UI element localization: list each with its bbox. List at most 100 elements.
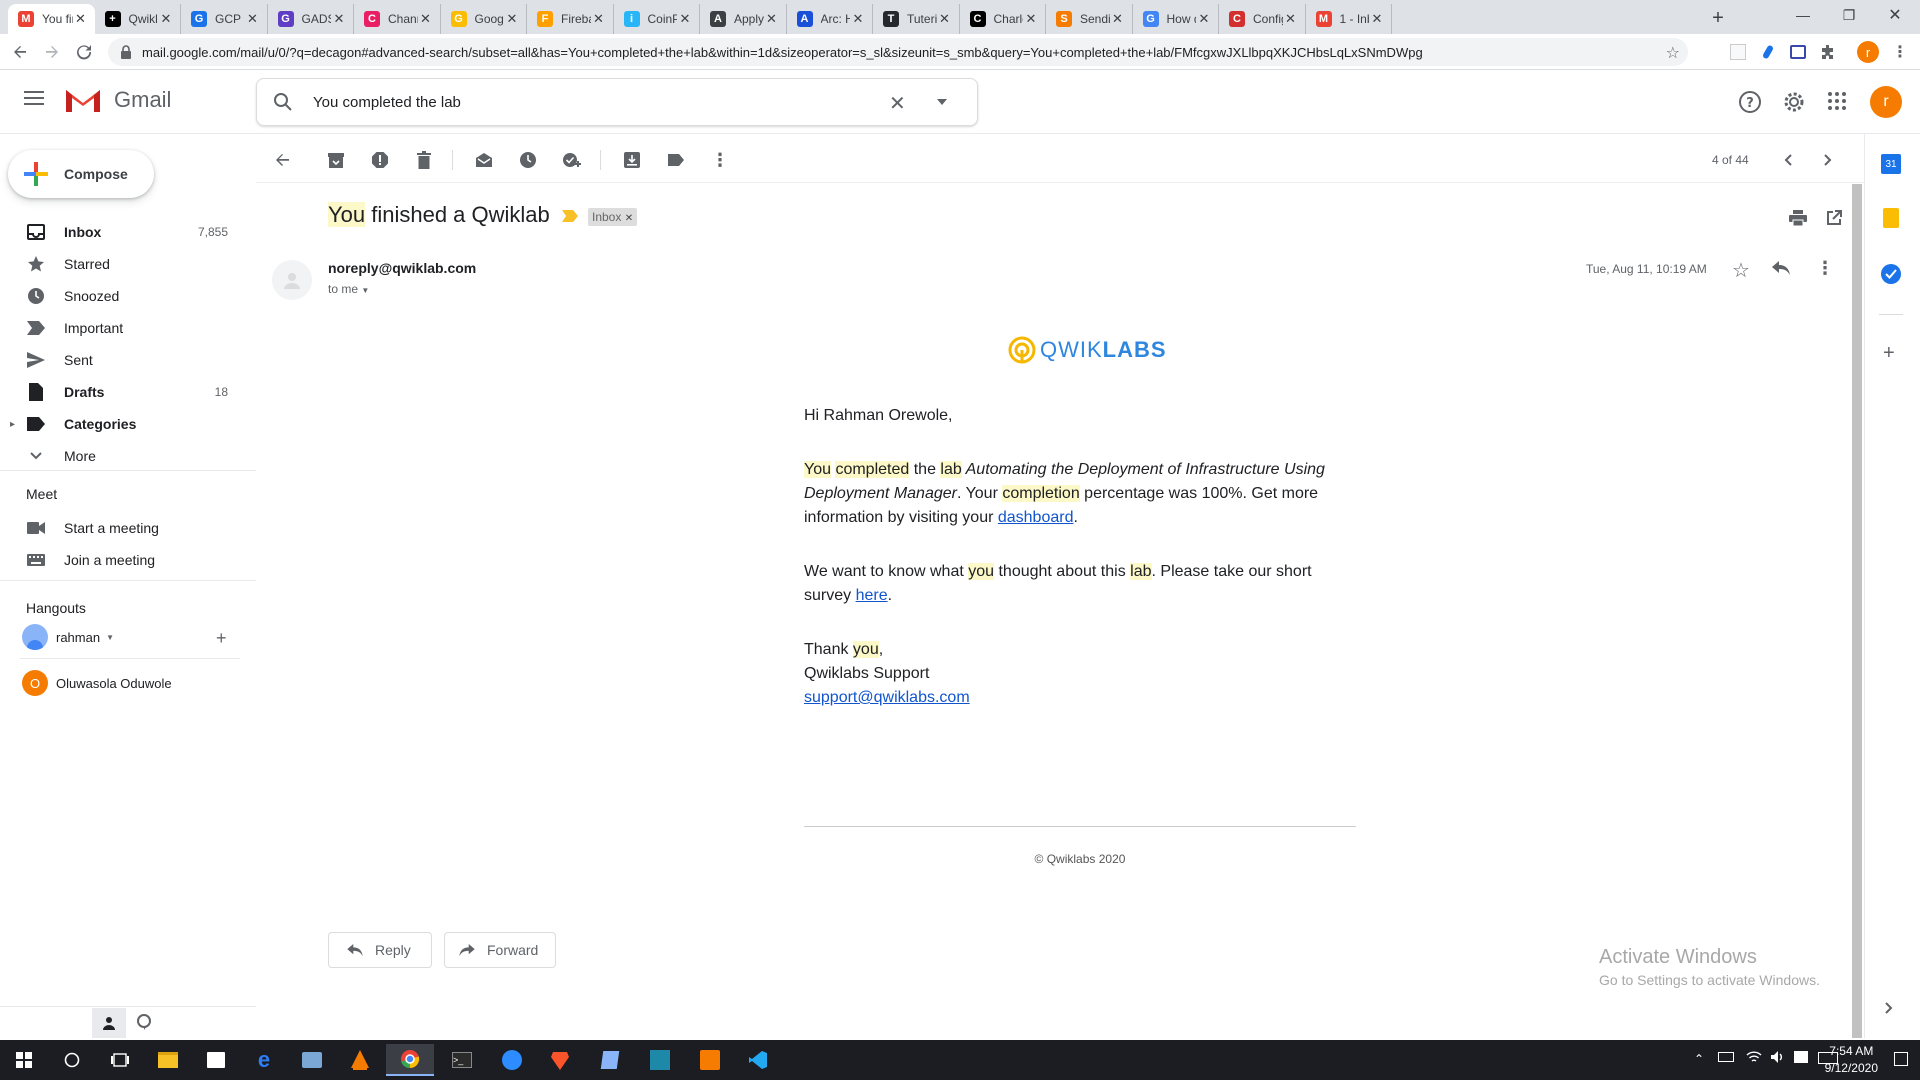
tasks-icon[interactable] [1881,264,1901,284]
contacts-tab-icon[interactable] [92,1008,126,1038]
survey-link[interactable]: here [856,587,888,604]
sidebar-item-inbox[interactable]: Inbox 7,855 [0,216,240,248]
forward-icon[interactable] [40,40,64,64]
help-icon[interactable]: ? [1738,90,1762,114]
important-marker-icon[interactable] [562,210,578,222]
tray-wifi-icon[interactable] [1746,1050,1762,1064]
sidebar-item-starred[interactable]: Starred [0,248,240,280]
vscode-icon[interactable] [734,1044,782,1076]
archive-icon[interactable] [324,148,348,172]
star-icon[interactable]: ☆ [1732,258,1750,283]
tray-volume-icon[interactable] [1770,1050,1786,1064]
browser-tab[interactable]: C Charle✕ [960,4,1046,34]
bookmark-star-icon[interactable]: ☆ [1666,43,1680,63]
browser-tab[interactable]: S Sending✕ [1046,4,1133,34]
open-new-window-icon[interactable] [1822,206,1846,230]
file-explorer-icon[interactable] [144,1044,192,1076]
join-meeting-item[interactable]: Join a meeting [0,544,240,576]
start-meeting-item[interactable]: Start a meeting [0,512,240,544]
settings-gear-icon[interactable] [1782,90,1806,114]
search-options-icon[interactable] [937,99,947,105]
sidebar-item-more[interactable]: More [0,440,240,472]
address-bar[interactable]: mail.google.com/mail/u/0/?q=decagon#adva… [108,38,1688,66]
tab-close-icon[interactable]: ✕ [1196,11,1212,27]
tab-close-icon[interactable]: ✕ [1283,11,1299,27]
compose-button[interactable]: Compose [8,150,154,198]
chrome-icon[interactable] [386,1044,434,1076]
browser-tab[interactable]: M 1 - Inbo✕ [1306,4,1392,34]
add-contact-icon[interactable]: + [216,628,227,649]
print-icon[interactable] [1786,206,1810,230]
cortana-search-icon[interactable] [48,1044,96,1076]
reload-icon[interactable] [72,40,96,64]
tab-close-icon[interactable]: ✕ [1110,11,1126,27]
message-more-icon[interactable]: ⋮ [1816,258,1834,279]
close-window-button[interactable]: ✕ [1872,0,1918,30]
tab-close-icon[interactable]: ✕ [850,11,866,27]
tab-close-icon[interactable]: ✕ [1023,11,1039,27]
reply-icon[interactable] [1772,261,1790,275]
scrollbar-thumb[interactable] [1852,184,1862,1038]
extensions-puzzle-icon[interactable] [1816,40,1840,64]
browser-tab[interactable]: A Arc: Hir✕ [787,4,873,34]
terminal-icon[interactable]: >_ [438,1044,486,1076]
tab-close-icon[interactable]: ✕ [331,11,347,27]
browser-menu-icon[interactable]: ⋮ [1888,40,1912,64]
older-icon[interactable] [1816,148,1840,172]
browser-tab[interactable]: G Google✕ [441,4,527,34]
tab-close-icon[interactable]: ✕ [591,11,607,27]
tab-close-icon[interactable]: ✕ [504,11,520,27]
extension-feather-icon[interactable] [1756,40,1780,64]
zoom-icon[interactable] [488,1044,536,1076]
browser-tab[interactable]: M You fini✕ [8,4,95,34]
edge-icon[interactable]: e [240,1044,288,1076]
back-to-results-icon[interactable] [270,148,294,172]
expand-caret-icon[interactable]: ▸ [10,419,15,430]
mark-unread-icon[interactable] [472,148,496,172]
search-bar[interactable]: You completed the lab ✕ [256,78,978,126]
sender-email[interactable]: noreply@qwiklab.com [328,260,476,276]
tab-close-icon[interactable]: ✕ [158,11,174,27]
recipient-details[interactable]: to me ▼ [328,282,369,296]
browser-tab[interactable]: + Qwiklab✕ [95,4,181,34]
sidebar-item-snoozed[interactable]: Snoozed [0,280,240,312]
main-menu-icon[interactable] [24,90,44,106]
forward-button[interactable]: Forward [444,932,556,968]
account-avatar[interactable]: r [1870,86,1902,118]
reply-button[interactable]: Reply [328,932,432,968]
tab-close-icon[interactable]: ✕ [73,11,89,27]
browser-profile-avatar[interactable]: r [1856,40,1880,64]
dashboard-link[interactable]: dashboard [998,509,1074,526]
new-tab-button[interactable]: + [1706,6,1730,30]
inbox-label-chip[interactable]: Inbox ✕ [588,208,638,226]
back-icon[interactable] [8,40,32,64]
labels-icon[interactable] [664,148,688,172]
action-center-icon[interactable] [1894,1052,1908,1066]
add-to-tasks-icon[interactable] [560,148,584,172]
restore-button[interactable]: ❐ [1826,0,1872,30]
hangouts-user[interactable]: rahman ▼ [22,624,114,650]
image-app-icon[interactable] [686,1044,734,1076]
support-email-link[interactable]: support@qwiklabs.com [804,689,970,706]
extension-icon[interactable] [1726,40,1750,64]
remove-label-icon[interactable]: ✕ [625,213,633,224]
snooze-icon[interactable] [516,148,540,172]
network-app-icon[interactable] [288,1044,336,1076]
hangouts-contact[interactable]: O Oluwasola Oduwole [22,670,172,696]
store-icon[interactable] [192,1044,240,1076]
notes-app-icon[interactable] [586,1044,634,1076]
tab-close-icon[interactable]: ✕ [245,11,261,27]
tab-close-icon[interactable]: ✕ [677,11,693,27]
move-to-icon[interactable] [620,148,644,172]
brave-icon[interactable] [536,1044,584,1076]
hangouts-chat-icon[interactable] [136,1014,152,1030]
tray-chevron-icon[interactable]: ⌃ [1694,1052,1704,1066]
gmail-logo[interactable]: Gmail [64,86,171,114]
tab-close-icon[interactable]: ✕ [1369,11,1385,27]
browser-tab[interactable]: T Tuteria✕ [873,4,960,34]
task-view-icon[interactable] [96,1044,144,1076]
tray-message-icon[interactable] [1794,1051,1808,1063]
get-addons-icon[interactable]: + [1883,342,1895,365]
search-icon[interactable] [273,92,293,112]
browser-tab[interactable]: C Channe✕ [354,4,441,34]
